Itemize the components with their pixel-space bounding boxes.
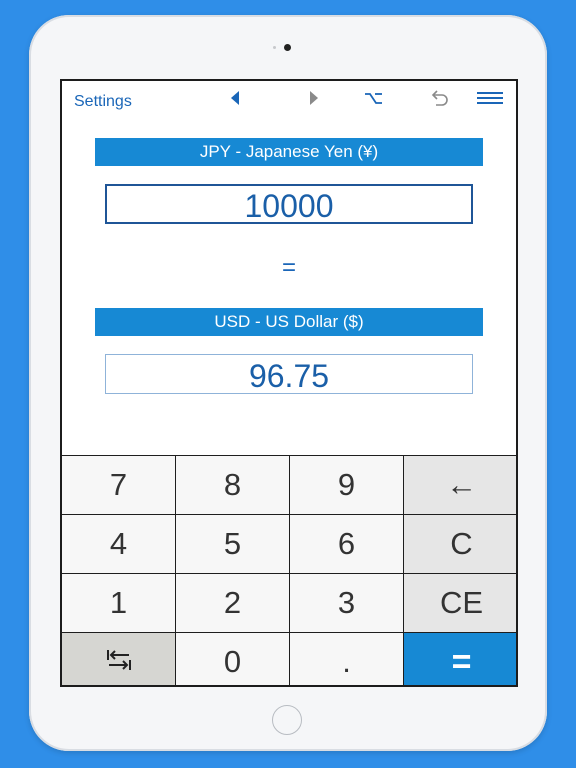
key-4[interactable]: 4: [62, 515, 175, 573]
key-3[interactable]: 3: [290, 574, 403, 632]
swap-icon: [105, 644, 133, 680]
source-currency-label[interactable]: JPY - Japanese Yen (¥): [95, 138, 483, 166]
backspace-key[interactable]: ←: [404, 456, 516, 514]
target-amount-field[interactable]: 96.75: [105, 354, 473, 394]
clear-entry-key[interactable]: CE: [404, 574, 516, 632]
key-1[interactable]: 1: [62, 574, 175, 632]
keypad: 7 8 9 ← 4 5 6 C 1 2 3 CE 0 . =: [62, 455, 516, 685]
settings-button[interactable]: Settings: [74, 93, 132, 111]
key-9[interactable]: 9: [290, 456, 403, 514]
key-7[interactable]: 7: [62, 456, 175, 514]
key-2[interactable]: 2: [176, 574, 289, 632]
key-5[interactable]: 5: [176, 515, 289, 573]
undo-icon[interactable]: [428, 87, 450, 109]
menu-icon[interactable]: [476, 87, 504, 109]
target-currency-label[interactable]: USD - US Dollar ($): [95, 308, 483, 336]
key-0[interactable]: 0: [176, 633, 289, 685]
home-button[interactable]: [272, 705, 302, 735]
equals-key[interactable]: =: [404, 633, 516, 685]
camera-icon: [284, 44, 291, 51]
key-8[interactable]: 8: [176, 456, 289, 514]
key-6[interactable]: 6: [290, 515, 403, 573]
source-amount-field[interactable]: 10000: [105, 184, 473, 224]
app-screen: Settings JPY - Japanese Yen (¥) 10000 = …: [60, 79, 518, 687]
clear-key[interactable]: C: [404, 515, 516, 573]
next-arrow-icon[interactable]: [307, 87, 321, 109]
swap-currencies-key[interactable]: [62, 633, 175, 685]
toolbar: Settings: [62, 81, 516, 121]
equals-sign: =: [281, 254, 296, 281]
sensor-dot: [273, 46, 276, 49]
previous-arrow-icon[interactable]: [228, 87, 242, 109]
option-key-icon[interactable]: [362, 87, 384, 109]
decimal-key[interactable]: .: [290, 633, 403, 685]
